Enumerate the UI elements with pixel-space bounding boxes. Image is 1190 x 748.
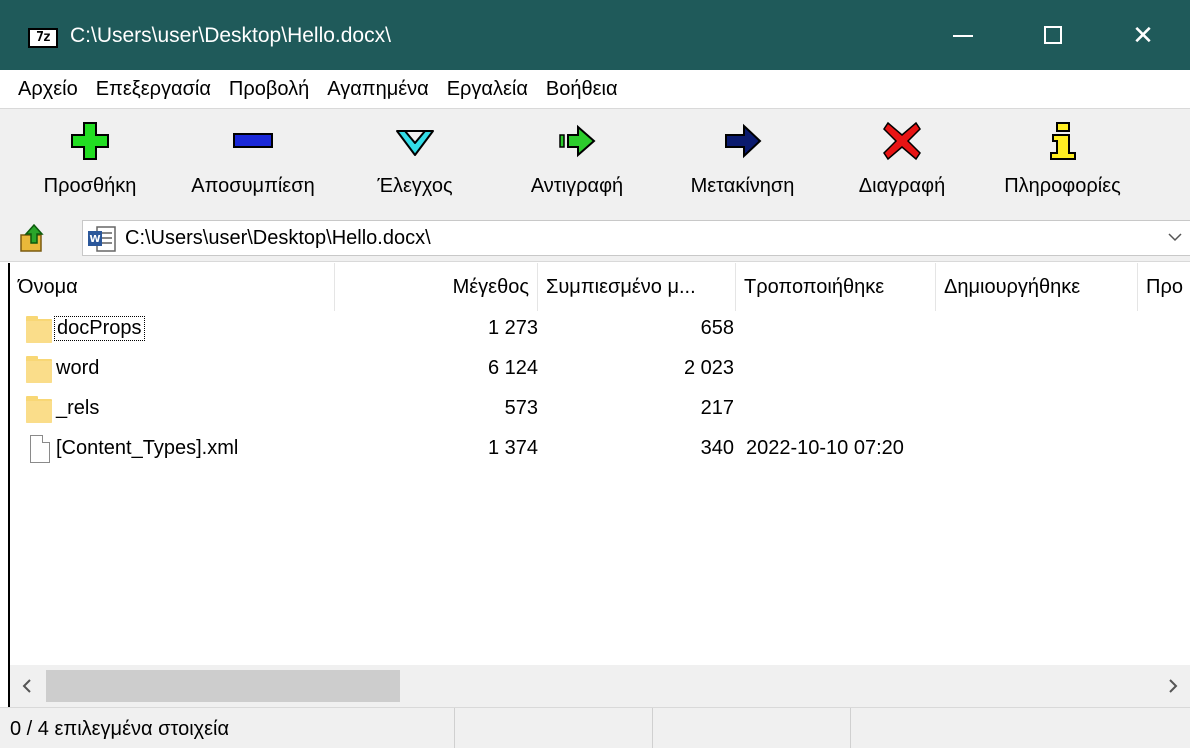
green-double-arrow-icon [555,119,599,163]
item-name: [Content_Types].xml [56,437,239,459]
yellow-info-icon [1041,119,1085,163]
column-header-packed[interactable]: Συμπιεσμένο μ... [538,263,736,311]
delete-button[interactable]: Διαγραφή [842,119,962,211]
horizontal-scrollbar[interactable] [10,665,1190,707]
close-button[interactable]: ✕ [1100,0,1186,70]
item-size: 573 [504,397,538,419]
column-created-label: Δημιουργήθηκε [944,275,1081,298]
file-list: docProps 1 273 658 word 6 124 2 023 _rel… [10,311,1190,665]
menu-edit[interactable]: Επεξεργασία [88,78,219,101]
item-size: 6 124 [487,357,538,379]
red-x-icon [880,119,924,163]
folder-icon [26,395,54,423]
maximize-icon [1044,26,1062,44]
info-label: Πληροφορίες [1004,175,1121,197]
status-segment: 0 / 4 επιλεγμένα στοιχεία [0,708,455,748]
move-label: Μετακίνηση [690,175,795,197]
status-segment [455,708,653,748]
list-item[interactable]: word 6 124 2 023 [10,351,1190,388]
column-header-name[interactable]: Όνομα [10,263,335,311]
folder-up-icon [20,223,44,252]
svg-text:W: W [89,234,100,245]
list-item[interactable]: docProps 1 273 658 [10,311,1190,348]
menu-favorites[interactable]: Αγαπημένα [319,78,436,101]
scroll-right-icon[interactable] [1156,665,1190,707]
menu-tools[interactable]: Εργαλεία [439,78,536,101]
column-name-label: Όνομα [18,275,78,298]
toolbar: Προσθήκη Αποσυμπίεση Έλεγχος Αντιγραφή Μ… [0,108,1190,214]
7zip-app-icon: 7z [28,28,58,48]
address-path: C:\Users\user\Desktop\Hello.docx\ [125,227,431,249]
copy-label: Αντιγραφή [530,175,624,197]
file-icon [26,435,54,463]
test-label: Έλεγχος [377,175,453,197]
column-header-size[interactable]: Μέγεθος [335,263,538,311]
item-packed-size: 217 [700,397,734,419]
scroll-left-icon[interactable] [10,665,44,707]
item-name: _rels [56,397,100,419]
minimize-button[interactable] [920,0,1006,70]
column-header-extra[interactable]: Προ [1138,263,1190,311]
menu-file[interactable]: Αρχείο [10,78,86,101]
list-item[interactable]: _rels 573 217 [10,391,1190,428]
word-document-icon: W [87,226,117,252]
green-plus-icon [68,119,112,163]
add-label: Προσθήκη [43,175,137,197]
item-name: word [56,357,100,379]
menu-view[interactable]: Προβολή [221,78,317,101]
column-packed-label: Συμπιεσμένο μ... [546,275,696,298]
copy-button[interactable]: Αντιγραφή [512,119,642,211]
minimize-icon [953,35,973,37]
column-header-modified[interactable]: Τροποποιήθηκε [736,263,936,311]
navy-arrow-icon [721,119,765,163]
add-button[interactable]: Προσθήκη [30,119,150,211]
status-bar: 0 / 4 επιλεγμένα στοιχεία [0,707,1190,748]
column-headers: Όνομα Μέγεθος Συμπιεσμένο μ... Τροποποιή… [10,263,1190,311]
column-size-label: Μέγεθος [452,275,529,298]
move-button[interactable]: Μετακίνηση [670,119,815,211]
item-name: docProps [54,316,145,341]
cyan-check-icon [393,119,437,163]
extract-label: Αποσυμπίεση [191,175,315,197]
status-segment [851,708,1190,748]
delete-label: Διαγραφή [858,175,946,197]
column-modified-label: Τροποποιήθηκε [744,275,885,298]
column-extra-label: Προ [1146,275,1183,298]
folder-icon [26,355,54,383]
extract-button[interactable]: Αποσυμπίεση [178,119,328,211]
status-segment [653,708,851,748]
menu-bar: Αρχείο Επεξεργασία Προβολή Αγαπημένα Εργ… [0,70,1190,108]
selection-status: 0 / 4 επιλεγμένα στοιχεία [10,718,230,740]
chevron-down-icon[interactable] [1168,229,1182,247]
up-folder-button[interactable] [18,223,48,253]
menu-help[interactable]: Βοήθεια [538,78,626,101]
address-field[interactable]: W C:\Users\user\Desktop\Hello.docx\ [82,220,1190,256]
item-size: 1 273 [487,317,538,339]
list-item[interactable]: [Content_Types].xml 1 374 340 2022-10-10… [10,431,1190,468]
folder-icon [26,315,54,343]
item-size: 1 374 [487,437,538,459]
item-packed-size: 340 [700,437,734,459]
blue-minus-icon [231,119,275,163]
title-bar: 7z C:\Users\user\Desktop\Hello.docx\ ✕ [0,0,1190,70]
test-button[interactable]: Έλεγχος [365,119,465,211]
info-button[interactable]: Πληροφορίες [985,119,1140,211]
item-packed-size: 2 023 [683,357,734,379]
address-bar: W C:\Users\user\Desktop\Hello.docx\ [0,214,1190,262]
close-icon: ✕ [1132,19,1154,50]
window-title: C:\Users\user\Desktop\Hello.docx\ [70,24,391,47]
scrollbar-thumb[interactable] [46,670,400,702]
item-modified: 2022-10-10 07:20 [746,437,904,459]
maximize-button[interactable] [1010,0,1096,70]
item-packed-size: 658 [700,317,734,339]
column-header-created[interactable]: Δημιουργήθηκε [936,263,1138,311]
